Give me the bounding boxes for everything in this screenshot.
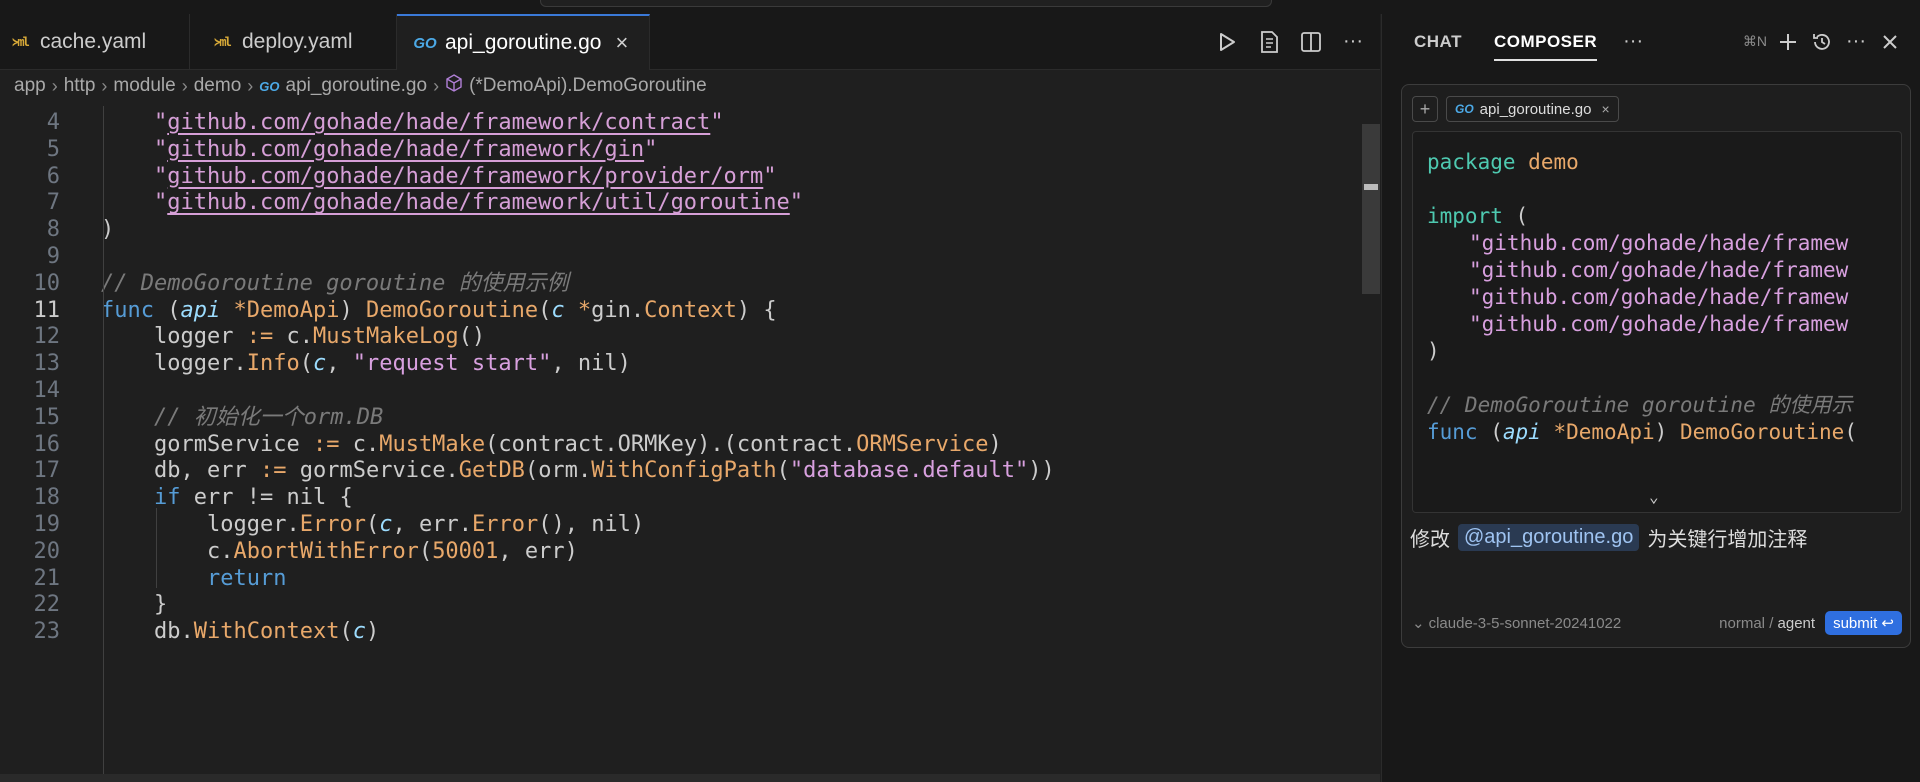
context-chips: + GO api_goroutine.go × — [1412, 95, 1619, 123]
close-icon[interactable]: × — [615, 30, 628, 56]
title-strip — [0, 0, 1920, 14]
split-editor-icon[interactable] — [1296, 27, 1326, 57]
plus-icon[interactable] — [1771, 27, 1805, 57]
preview-line: // DemoGoroutine goroutine 的使用示 — [1427, 393, 1853, 417]
model-selector[interactable]: ⌄ claude-3-5-sonnet-20241022 — [1412, 614, 1621, 632]
indent-guide — [103, 106, 104, 776]
ai-side-panel: CHAT COMPOSER ··· ⌘N ··· + GO api_gorout… — [1381, 14, 1920, 782]
history-icon[interactable] — [1805, 27, 1839, 57]
expand-chevron-icon[interactable]: ⌄ — [1649, 487, 1659, 506]
breadcrumb: app › http › module › demo › GO api_goro… — [0, 70, 1380, 102]
mode-agent[interactable]: agent — [1778, 615, 1816, 632]
more-icon[interactable]: ··· — [1623, 30, 1643, 53]
tab-label: cache.yaml — [40, 29, 147, 53]
close-icon[interactable] — [1873, 27, 1907, 57]
method-icon — [445, 74, 463, 98]
context-chip[interactable]: GO api_goroutine.go × — [1446, 96, 1619, 122]
mode-toggle[interactable]: normal / agent — [1719, 615, 1815, 632]
code-line[interactable]: 23 db.WithContext(c) — [0, 615, 1360, 648]
new-shortcut-label: ⌘N — [1742, 33, 1767, 49]
tab-chat[interactable]: CHAT — [1414, 32, 1462, 52]
go-icon: GO — [1455, 102, 1474, 116]
tab-deploy-yaml[interactable]: ≻ml deploy.yaml — [190, 14, 397, 69]
run-icon[interactable] — [1212, 27, 1242, 57]
go-icon: GO — [259, 78, 280, 94]
chevron-right-icon: › — [181, 75, 188, 96]
prompt-input[interactable]: 修改 @api_goroutine.go 为关键行增加注释 — [1410, 523, 1807, 552]
command-center-edge[interactable] — [540, 0, 1272, 7]
prompt-prefix: 修改 — [1410, 529, 1450, 551]
yaml-icon: ≻ml — [12, 34, 30, 49]
editor-tab-bar: ≻ml cache.yaml ≻ml deploy.yaml GO api_go… — [0, 14, 1380, 70]
prompt-suffix: 为关键行增加注释 — [1647, 529, 1808, 551]
breadcrumb-item[interactable]: http — [64, 75, 96, 97]
mode-separator: / — [1769, 614, 1774, 632]
tab-label: deploy.yaml — [242, 29, 353, 53]
tab-composer[interactable]: COMPOSER — [1493, 32, 1598, 61]
more-actions-icon[interactable]: ··· — [1338, 27, 1368, 57]
panel-actions: ⌘N ··· — [1743, 14, 1907, 69]
chevron-right-icon: › — [101, 75, 108, 96]
chevron-down-icon: ⌄ — [1412, 615, 1425, 632]
chevron-right-icon: › — [247, 75, 254, 96]
editor-actions: ··· — [1212, 14, 1380, 69]
more-options-icon[interactable]: ··· — [1839, 27, 1873, 57]
mode-normal[interactable]: normal — [1719, 615, 1765, 632]
breadcrumb-item[interactable]: api_goroutine.go — [286, 75, 428, 97]
breadcrumb-item[interactable]: app — [14, 75, 46, 97]
add-context-button[interactable]: + — [1412, 96, 1438, 122]
preview-line: import ( — [1427, 204, 1529, 228]
remove-chip-icon[interactable]: × — [1601, 101, 1609, 117]
scrollbar-cursor-marker — [1364, 184, 1378, 190]
file-mention[interactable]: @api_goroutine.go — [1458, 524, 1640, 551]
composer-box: + GO api_goroutine.go × func (api *DemoA… — [1401, 84, 1911, 648]
tab-api-goroutine-go[interactable]: GO api_goroutine.go × — [397, 14, 650, 70]
tab-label: api_goroutine.go — [445, 31, 602, 54]
model-label: claude-3-5-sonnet-20241022 — [1428, 615, 1622, 632]
code-editor[interactable]: 4 "github.com/gohade/hade/framework/contr… — [0, 106, 1360, 776]
go-icon: GO — [413, 34, 437, 52]
editor-group: ≻ml cache.yaml ≻ml deploy.yaml GO api_go… — [0, 14, 1380, 782]
code-preview[interactable]: func (api *DemoApi) DemoGoroutine(// Dem… — [1412, 131, 1902, 513]
tab-cache-yaml[interactable]: ≻ml cache.yaml — [0, 14, 190, 69]
horizontal-scrollbar[interactable] — [0, 774, 1380, 782]
yaml-icon: ≻ml — [214, 34, 232, 49]
preview-line: package demo — [1427, 150, 1579, 174]
open-changes-icon[interactable] — [1254, 27, 1284, 57]
editor-scrollbar[interactable] — [1362, 124, 1380, 294]
preview-line: ) — [1427, 339, 1440, 363]
breadcrumb-item[interactable]: demo — [194, 75, 242, 97]
breadcrumb-item[interactable]: module — [113, 75, 175, 97]
panel-tabs: CHAT COMPOSER ··· ⌘N ··· — [1382, 14, 1920, 69]
chevron-right-icon: › — [51, 75, 58, 96]
submit-button[interactable]: submit ↩ — [1825, 611, 1902, 635]
chip-label: api_goroutine.go — [1479, 100, 1592, 118]
breadcrumb-item[interactable]: (*DemoApi).DemoGoroutine — [469, 75, 707, 97]
line-number: 23 — [33, 619, 61, 645]
composer-footer: ⌄ claude-3-5-sonnet-20241022 normal / age… — [1412, 609, 1902, 637]
code-text: db.WithContext(c) — [154, 619, 380, 645]
indent-guide — [156, 508, 157, 589]
chevron-right-icon: › — [433, 75, 440, 96]
